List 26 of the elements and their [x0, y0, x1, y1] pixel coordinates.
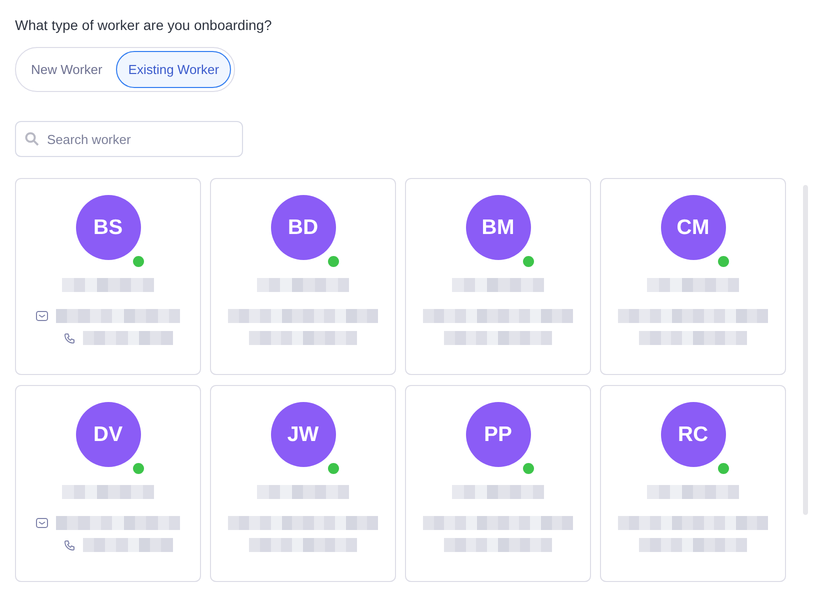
search-icon [25, 132, 39, 146]
worker-type-tab[interactable]: Existing Worker [116, 51, 232, 88]
worker-card[interactable]: PP [405, 385, 591, 582]
worker-card[interactable]: RC [600, 385, 786, 582]
worker-card[interactable]: DV [15, 385, 201, 582]
worker-card[interactable]: BD [210, 178, 396, 375]
worker-avatar: BM [466, 195, 530, 260]
scrollbar[interactable] [803, 185, 808, 515]
worker-avatar: DV [76, 402, 140, 467]
worker-card[interactable]: JW [210, 385, 396, 582]
worker-avatar: PP [466, 402, 530, 467]
worker-avatar: RC [660, 402, 726, 467]
search-field[interactable]: Search worker [15, 121, 243, 157]
mail-icon [36, 311, 48, 321]
worker-card[interactable]: BS [15, 178, 201, 375]
phone-icon [64, 332, 74, 344]
worker-avatar: BS [76, 195, 140, 260]
question-label: What type of worker are you onboarding? [15, 17, 273, 33]
worker-avatar: CM [660, 195, 726, 260]
phone-icon [64, 540, 74, 550]
worker-card[interactable]: BM [405, 178, 591, 375]
worker-type-tab[interactable]: New Worker [19, 51, 114, 88]
worker-avatar: BD [270, 195, 336, 260]
worker-avatar: JW [270, 402, 336, 467]
worker-card[interactable]: CM [600, 178, 786, 375]
mail-icon [36, 518, 48, 528]
